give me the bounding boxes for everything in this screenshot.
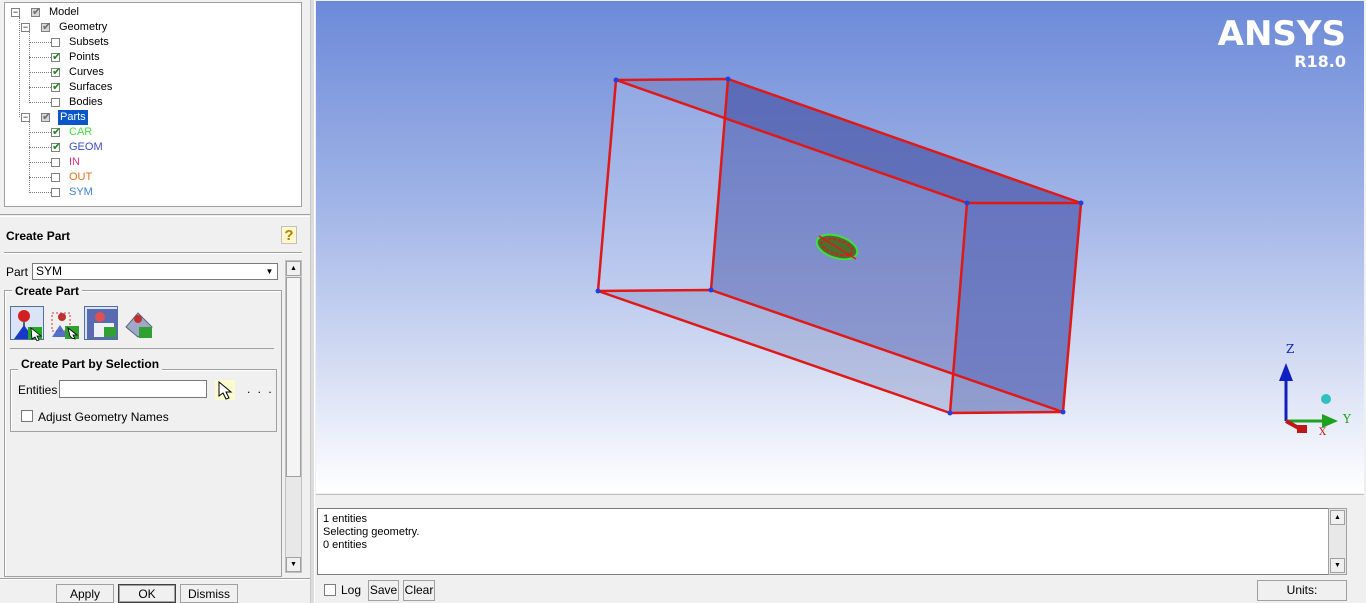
model-tree[interactable]: − Model − Geometry Subsets Points Curves… [4,2,302,207]
geometry-view: Z Y X [595,76,1352,438]
tree-node-points[interactable]: Points [5,50,205,65]
ok-button[interactable]: OK [118,584,176,603]
3d-viewport[interactable]: Z Y X ANSYS R18.0 [316,1,1364,493]
create-part-by-selection-icon[interactable] [10,306,44,342]
brand-name: ANSYS [1217,14,1346,54]
version-label: R18.0 [1294,52,1346,71]
message-line: 0 entities [323,539,368,551]
part-dropdown[interactable]: SYM ▼ [32,263,278,280]
tree-node-surfaces[interactable]: Surfaces [5,80,205,95]
part-visibility-checkbox[interactable] [51,125,61,140]
group-title: Create Part [12,284,83,298]
divider [0,578,310,580]
tree-node-label: Model [49,6,79,18]
tree-node-model[interactable]: − Model [5,5,205,20]
tree-node-label: Points [69,51,100,63]
create-part-by-merge-icon[interactable] [121,306,155,340]
subgroup-title: Create Part by Selection [18,357,163,371]
part-label: GEOM [69,141,103,153]
divider [4,252,302,254]
part-label: SYM [69,186,93,198]
create-part-by-element-icon[interactable] [84,306,118,340]
part-label: IN [69,156,80,168]
tree-node-bodies[interactable]: Bodies [5,95,205,110]
entities-input[interactable] [59,380,207,398]
tree-node-curves[interactable]: Curves [5,65,205,80]
tree-node-part-out[interactable]: OUT [5,170,205,185]
message-line: Selecting geometry. [323,526,420,538]
scroll-thumb[interactable] [286,277,301,477]
collapse-icon[interactable]: − [11,8,20,17]
tree-node-parts[interactable]: − Parts [5,110,205,125]
scroll-up-icon[interactable]: ▲ [1330,510,1345,525]
dismiss-button[interactable]: Dismiss [180,584,238,603]
divider [10,348,274,349]
points-checkbox[interactable] [51,50,61,65]
part-label: OUT [69,171,93,183]
adjust-geometry-names-checkbox[interactable] [21,410,33,422]
collapse-icon[interactable]: − [21,113,30,122]
tree-node-label-selected: Parts [58,110,88,125]
log-checkbox[interactable] [324,584,336,596]
panel-splitter[interactable] [310,0,315,603]
axis-label-z: Z [1286,342,1294,356]
collapse-icon[interactable]: − [21,23,30,32]
tree-node-geometry[interactable]: − Geometry [5,20,205,35]
axis-triad [1279,363,1338,433]
viewport-splitter[interactable] [316,494,1364,504]
tree-node-subsets[interactable]: Subsets [5,35,205,50]
tree-node-label: Bodies [69,96,103,108]
message-scrollbar[interactable]: ▲ ▼ [1328,508,1347,575]
select-cursor-icon[interactable] [214,379,236,401]
tree-node-label: Surfaces [69,81,113,93]
surfaces-checkbox[interactable] [51,80,61,95]
tree-node-label: Geometry [59,21,108,33]
apply-button[interactable]: Apply [56,584,114,603]
more-options-button[interactable]: . . . [247,382,274,396]
part-visibility-checkbox[interactable] [51,188,60,197]
save-button[interactable]: Save [368,580,399,601]
log-label: Log [341,583,362,597]
scroll-up-icon[interactable]: ▲ [286,261,301,276]
part-label: CAR [69,126,93,138]
box-face-left [598,79,728,291]
left-panel: − Model − Geometry Subsets Points Curves… [0,0,310,603]
model-checkbox[interactable] [31,5,41,20]
adjust-geometry-names-label: Adjust Geometry Names [38,410,169,424]
ansys-logo: ANSYS R18.0 [1218,15,1346,71]
tree-node-part-in[interactable]: IN [5,155,205,170]
subsets-checkbox[interactable] [51,38,60,47]
tree-node-label: Subsets [69,36,109,48]
divider [0,214,310,217]
parts-checkbox[interactable] [41,110,51,125]
entities-label: Entities [18,383,58,397]
clear-button[interactable]: Clear [403,580,435,601]
scroll-down-icon[interactable]: ▼ [286,557,301,572]
tree-node-part-car[interactable]: CAR [5,125,205,140]
help-question-icon[interactable]: ? [281,226,297,244]
part-label: Part [6,265,29,279]
scroll-down-icon[interactable]: ▼ [1330,558,1345,573]
message-line: 1 entities [323,513,368,525]
tree-node-part-geom[interactable]: GEOM [5,140,205,155]
part-visibility-checkbox[interactable] [51,158,60,167]
curves-checkbox[interactable] [51,65,61,80]
create-part-by-body-icon[interactable] [47,306,81,340]
part-visibility-checkbox[interactable] [51,140,61,155]
panel-title: Create Part [6,229,71,243]
chevron-down-icon[interactable]: ▼ [263,265,276,278]
part-dropdown-value: SYM [36,264,63,278]
units-button[interactable]: Units: millimeters [1257,580,1347,603]
tree-node-part-sym[interactable]: SYM [5,185,205,200]
axis-label-x: X [1319,427,1327,438]
message-window[interactable]: 1 entities Selecting geometry. 0 entitie… [317,508,1347,575]
part-visibility-checkbox[interactable] [51,173,60,182]
geometry-checkbox[interactable] [41,20,51,35]
panel-scrollbar[interactable]: ▲ ▼ [285,260,302,573]
tree-node-label: Curves [69,66,104,78]
axis-label-y: Y [1342,412,1352,426]
bodies-checkbox[interactable] [51,98,60,107]
